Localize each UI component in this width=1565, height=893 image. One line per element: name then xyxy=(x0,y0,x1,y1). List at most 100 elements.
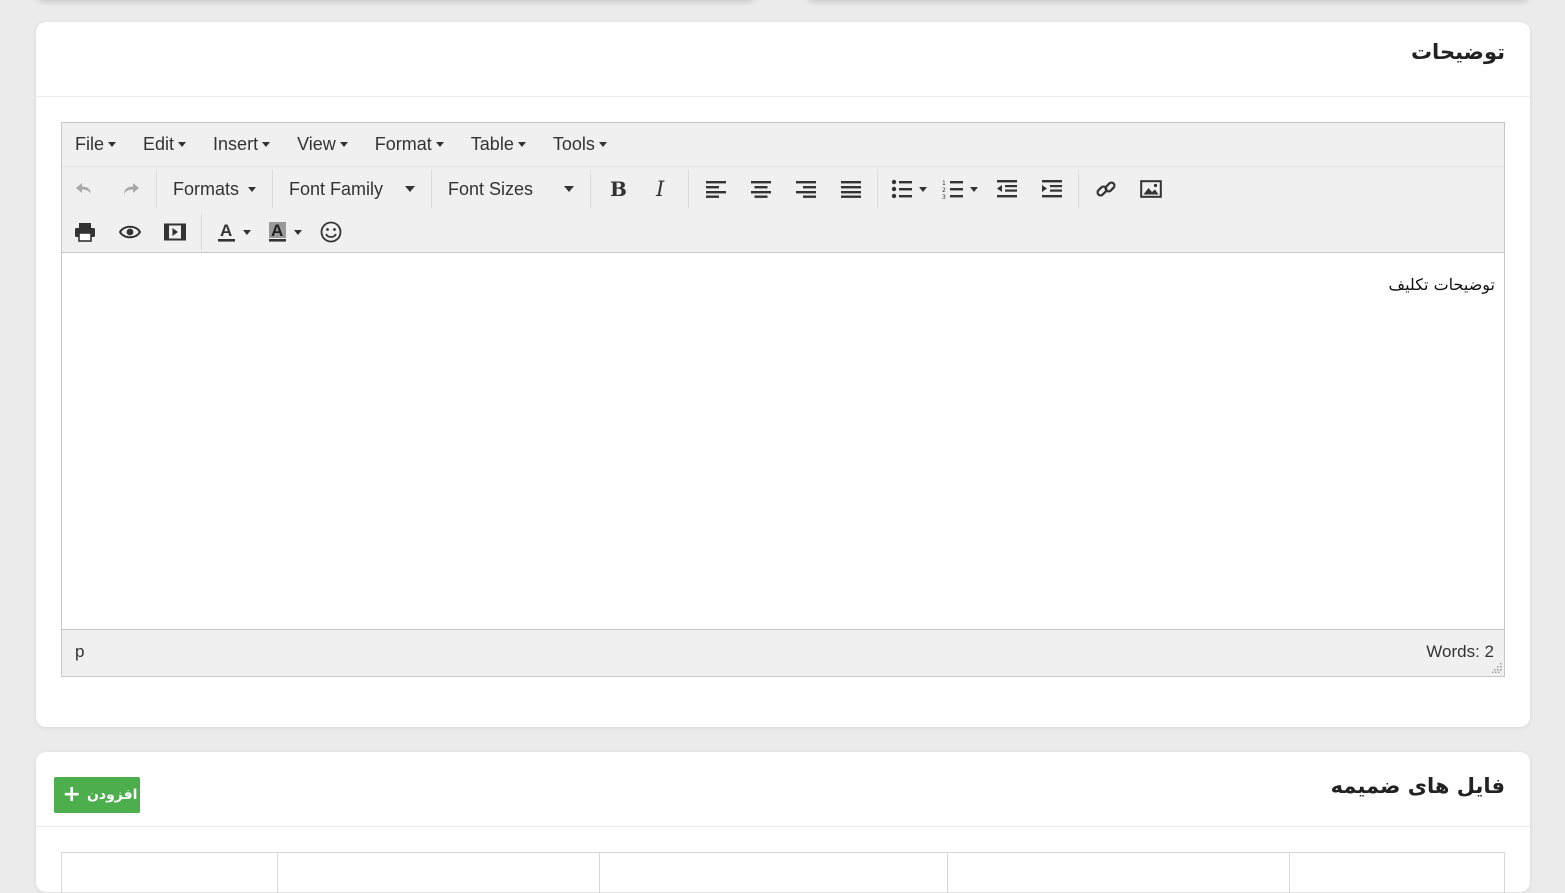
indent-button[interactable] xyxy=(1034,172,1070,206)
formats-dropdown[interactable]: Formats xyxy=(165,172,264,206)
image-icon xyxy=(1140,180,1162,198)
undo-icon xyxy=(76,183,91,194)
svg-text:A: A xyxy=(220,221,232,240)
align-center-button[interactable] xyxy=(743,172,779,206)
italic-button[interactable]: I xyxy=(644,172,680,206)
chevron-down-icon xyxy=(262,142,271,147)
svg-text:1: 1 xyxy=(942,180,946,187)
svg-text:A: A xyxy=(271,221,283,240)
menu-insert[interactable]: Insert xyxy=(206,130,272,159)
align-center-icon xyxy=(751,181,771,198)
menu-tools-label: Tools xyxy=(552,134,595,154)
svg-text:2: 2 xyxy=(942,187,946,194)
insert-image-button[interactable] xyxy=(1133,172,1169,206)
svg-text:3: 3 xyxy=(942,194,946,199)
chevron-down-icon xyxy=(435,142,444,147)
menu-edit-label: Edit xyxy=(143,134,175,154)
add-button-label: افزودن xyxy=(86,787,138,803)
toolbar-separator xyxy=(431,170,432,208)
font-family-dropdown[interactable]: Font Family xyxy=(281,172,423,206)
outdent-icon xyxy=(997,180,1017,198)
outdent-button[interactable] xyxy=(989,172,1025,206)
chevron-down-icon xyxy=(564,186,574,192)
chevron-down-icon xyxy=(970,186,978,192)
toolbar-separator xyxy=(590,170,591,208)
menu-format-label: Format xyxy=(374,134,432,154)
print-icon xyxy=(75,223,95,242)
toolbar-separator xyxy=(688,170,689,208)
align-left-button[interactable] xyxy=(698,172,734,206)
smiley-icon xyxy=(320,221,342,243)
eye-icon xyxy=(119,225,141,239)
editor-menubar: File Edit Insert View Format Table Tools xyxy=(62,123,1504,167)
align-justify-button[interactable] xyxy=(833,172,869,206)
svg-text:I: I xyxy=(655,178,665,200)
font-family-label: Font Family xyxy=(289,178,384,199)
background-color-icon: A xyxy=(269,221,286,242)
align-left-icon xyxy=(706,181,726,198)
element-path[interactable]: p xyxy=(75,642,84,662)
menu-insert-label: Insert xyxy=(213,134,259,154)
menu-table-label: Table xyxy=(470,134,514,154)
print-button[interactable] xyxy=(67,215,103,249)
align-right-button[interactable] xyxy=(788,172,824,206)
attachments-card: فایل های ضمیمه + افزودن xyxy=(36,752,1530,893)
redo-icon xyxy=(124,183,139,194)
toolbar-separator xyxy=(1078,170,1079,208)
emoticons-button[interactable] xyxy=(313,215,349,249)
menu-format[interactable]: Format xyxy=(368,130,446,159)
toolbar-separator xyxy=(272,170,273,208)
editor-content-text[interactable]: توضیحات تکلیف xyxy=(1389,275,1495,294)
insert-media-button[interactable] xyxy=(157,215,193,249)
table-header-cell xyxy=(600,853,948,893)
toolbar-separator xyxy=(201,213,202,251)
background-color-options[interactable] xyxy=(288,215,304,249)
text-color-icon: A xyxy=(218,221,235,242)
menu-tools[interactable]: Tools xyxy=(546,130,609,159)
editor-content-area[interactable]: توضیحات تکلیف xyxy=(62,253,1504,629)
attachments-table-header xyxy=(61,852,1505,893)
plus-icon: + xyxy=(62,782,81,807)
menu-file[interactable]: File xyxy=(68,130,118,159)
italic-icon: I xyxy=(655,178,665,200)
link-icon xyxy=(1096,181,1116,197)
chevron-down-icon xyxy=(339,142,348,147)
formats-label: Formats xyxy=(173,178,240,199)
menu-edit[interactable]: Edit xyxy=(136,130,188,159)
description-card: توضیحات File Edit Insert View Format Tab… xyxy=(36,22,1530,727)
chevron-down-icon xyxy=(243,229,251,235)
menu-view[interactable]: View xyxy=(290,130,350,159)
text-color-options[interactable] xyxy=(237,215,253,249)
editor-toolbar: Formats Font Family Font Sizes B I 1 2 3… xyxy=(62,167,1504,253)
menu-table[interactable]: Table xyxy=(464,130,528,159)
toolbar-separator xyxy=(877,170,878,208)
bold-button[interactable]: B xyxy=(599,172,635,206)
toolbar-row-2: A A xyxy=(62,212,349,252)
preview-button[interactable] xyxy=(112,215,148,249)
media-icon xyxy=(164,223,186,241)
chevron-down-icon xyxy=(178,142,187,147)
add-attachment-button[interactable]: + افزودن xyxy=(54,777,140,813)
resize-handle-icon[interactable] xyxy=(1492,663,1502,673)
bullet-list-options[interactable] xyxy=(913,172,929,206)
chevron-down-icon xyxy=(919,186,927,192)
redo-button[interactable] xyxy=(112,172,148,206)
font-sizes-dropdown[interactable]: Font Sizes xyxy=(440,172,582,206)
insert-link-button[interactable] xyxy=(1088,172,1124,206)
word-count: Words: 2 xyxy=(1426,642,1494,661)
chevron-down-icon xyxy=(405,186,415,192)
attachments-title: فایل های ضمیمه xyxy=(1330,774,1505,798)
toolbar-row-1: Formats Font Family Font Sizes B I 1 2 3 xyxy=(62,169,1169,209)
menu-file-label: File xyxy=(75,134,105,154)
bullet-list-icon xyxy=(891,179,912,199)
description-card-header: توضیحات xyxy=(36,22,1530,97)
table-header-cell xyxy=(1290,853,1504,893)
align-right-icon xyxy=(796,181,816,198)
chevron-down-icon xyxy=(517,142,526,147)
undo-button[interactable] xyxy=(67,172,103,206)
table-header-cell xyxy=(62,853,278,893)
chevron-down-icon xyxy=(294,229,302,235)
font-sizes-label: Font Sizes xyxy=(448,178,534,199)
chevron-down-icon xyxy=(108,142,117,147)
numbered-list-options[interactable] xyxy=(964,172,980,206)
